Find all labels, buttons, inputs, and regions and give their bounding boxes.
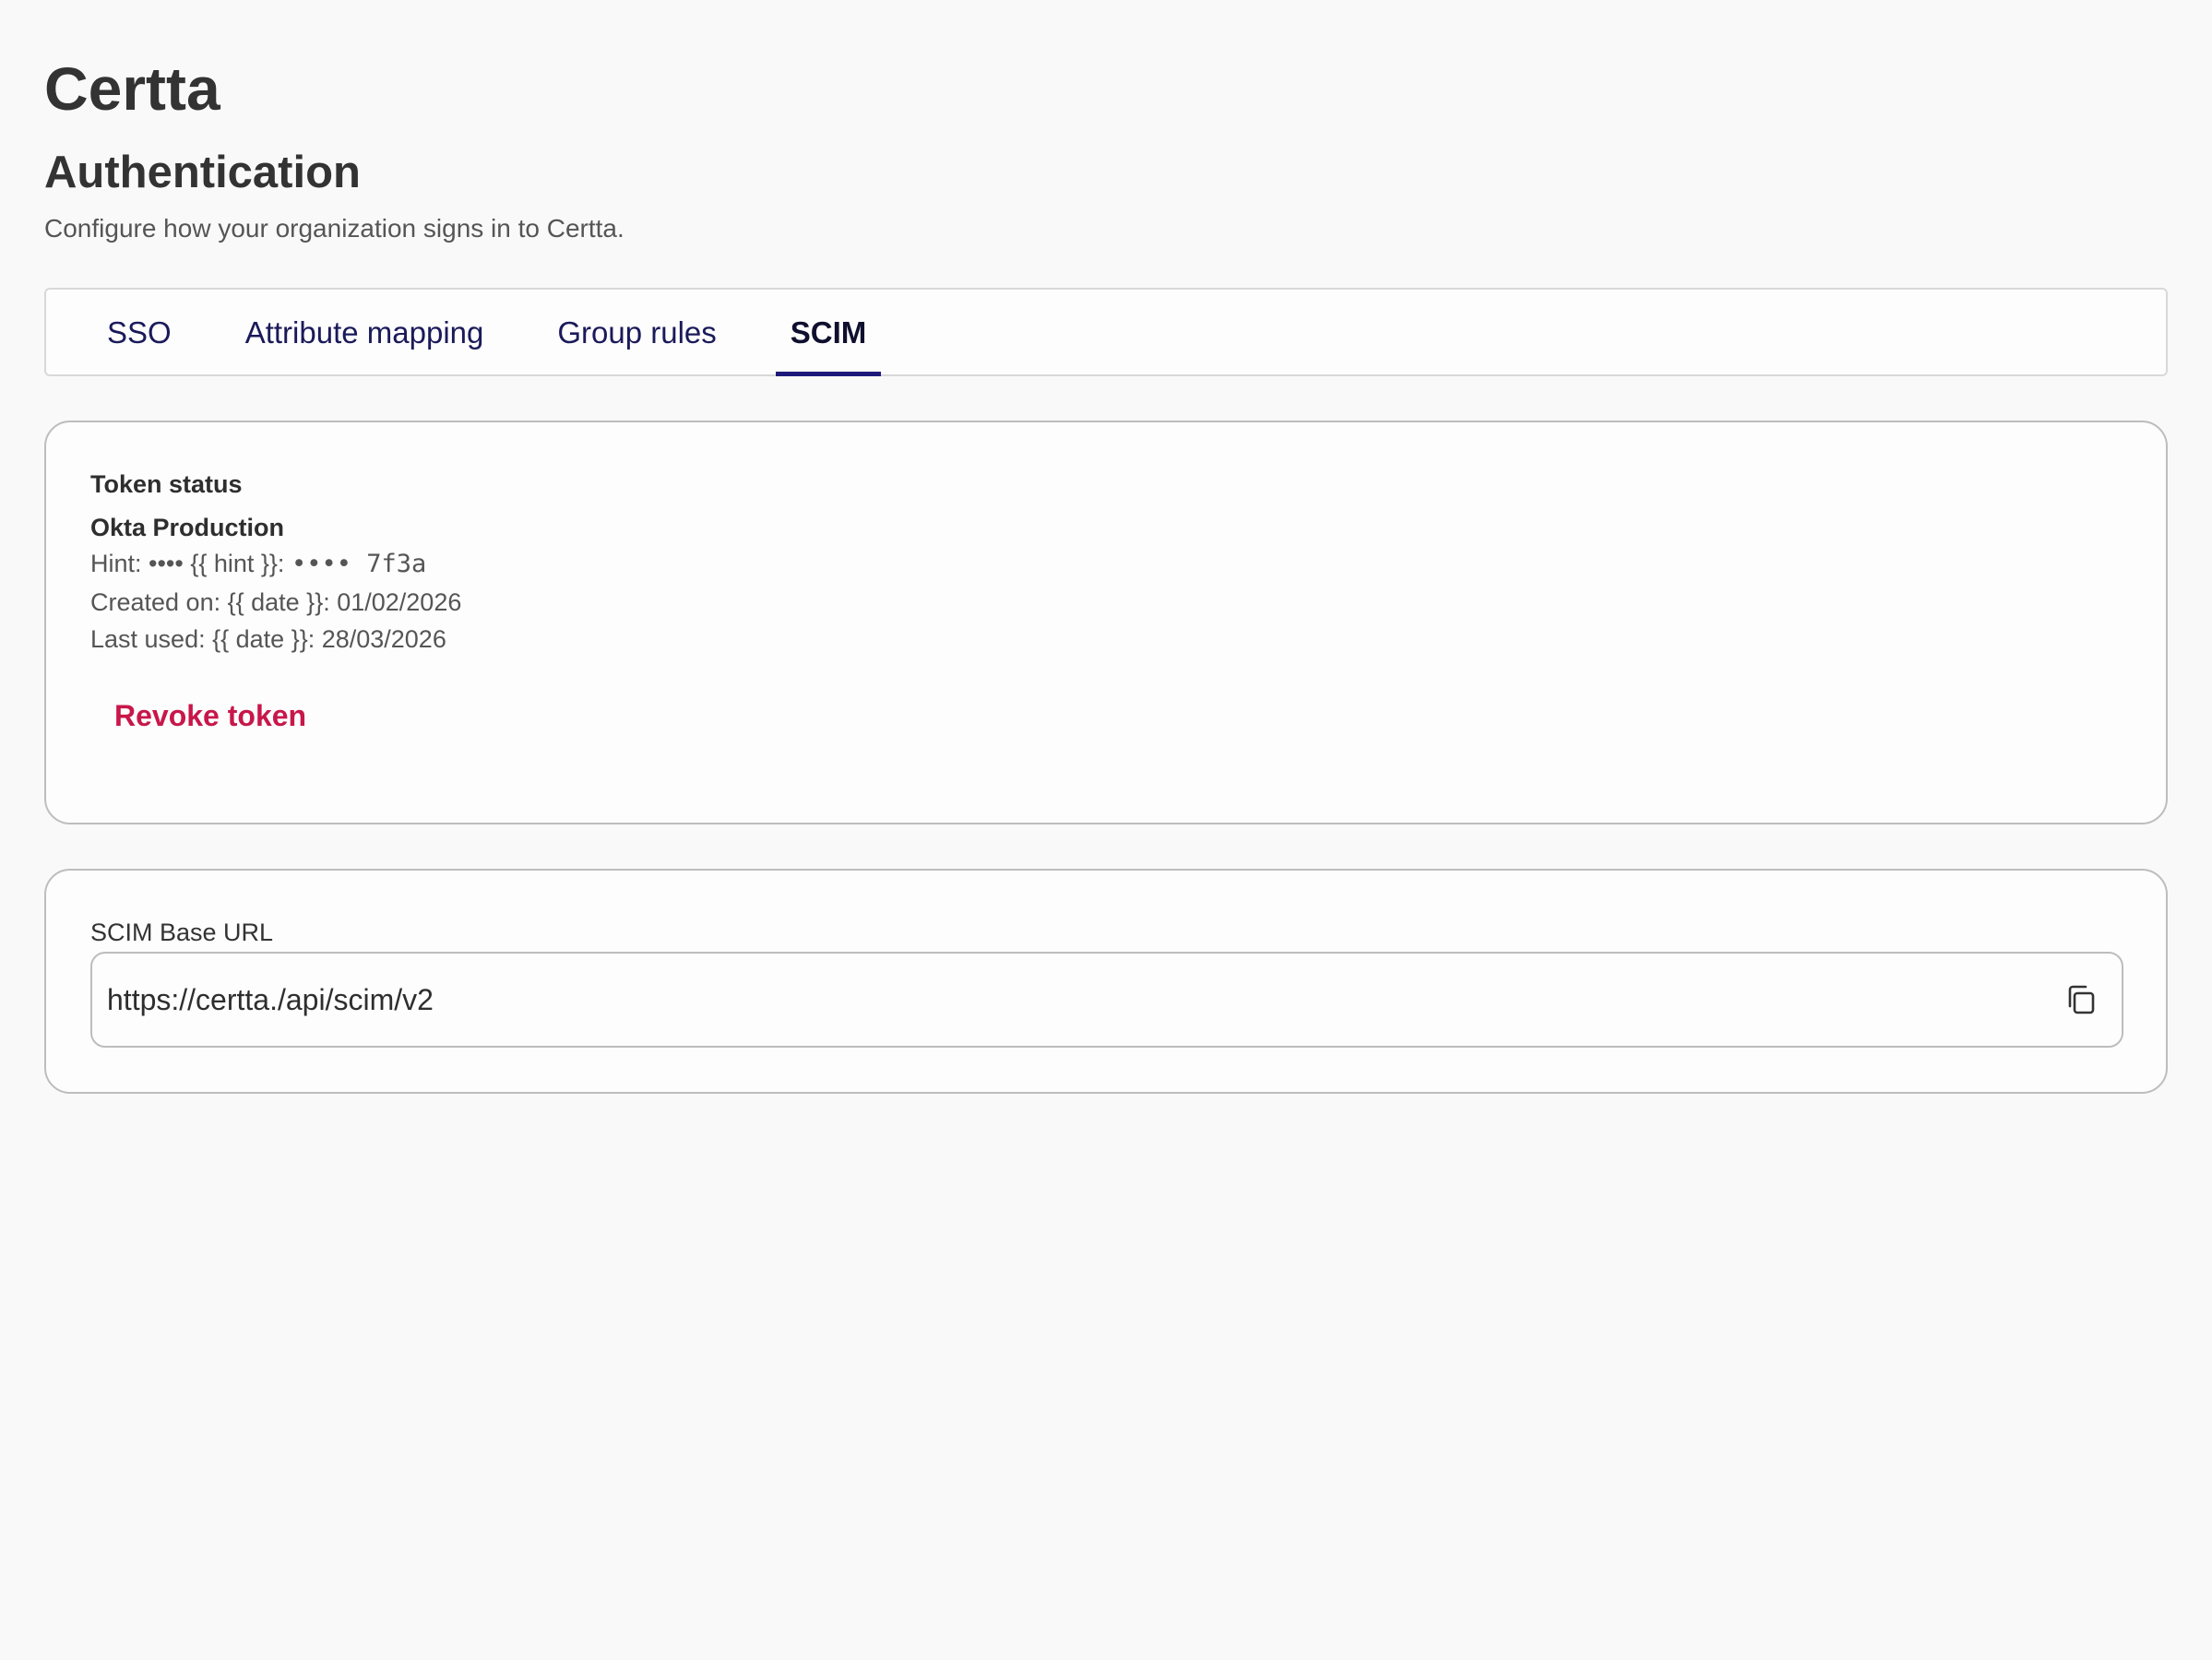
token-hint-value: •••• 7f3a <box>291 550 427 578</box>
token-hint-label: Hint: •••• {{ hint }}: <box>90 550 285 577</box>
token-name: Okta Production <box>90 514 285 541</box>
app-title: Certta <box>44 54 220 123</box>
tab-attribute-mapping[interactable]: Attribute mapping <box>216 290 514 374</box>
token-status-heading: Token status <box>90 470 243 498</box>
page: Certta Authentication Configure how your… <box>0 0 2212 1660</box>
scim-base-url-card: SCIM Base URL <box>44 869 2168 1094</box>
scim-base-url-field <box>90 952 2123 1048</box>
page-title: Authentication <box>44 148 361 197</box>
tab-group-rules[interactable]: Group rules <box>528 290 745 374</box>
scim-base-url-input[interactable] <box>107 954 2026 1046</box>
token-status-card: Token status Okta Production Hint: •••• … <box>44 421 2168 824</box>
token-last-used: Last used: {{ date }}: 28/03/2026 <box>90 625 446 653</box>
revoke-token-button[interactable]: Revoke token <box>114 697 306 734</box>
token-hint: Hint: •••• {{ hint }}: •••• 7f3a <box>90 548 426 580</box>
tab-scim[interactable]: SCIM <box>761 290 897 376</box>
tab-sso[interactable]: SSO <box>77 290 201 374</box>
scim-base-url-label: SCIM Base URL <box>90 919 274 946</box>
copy-icon[interactable] <box>2063 981 2099 1018</box>
token-created-on: Created on: {{ date }}: 01/02/2026 <box>90 588 462 616</box>
tab-bar: SSO Attribute mapping Group rules SCIM <box>44 288 2168 376</box>
page-description: Configure how your organization signs in… <box>44 214 624 243</box>
